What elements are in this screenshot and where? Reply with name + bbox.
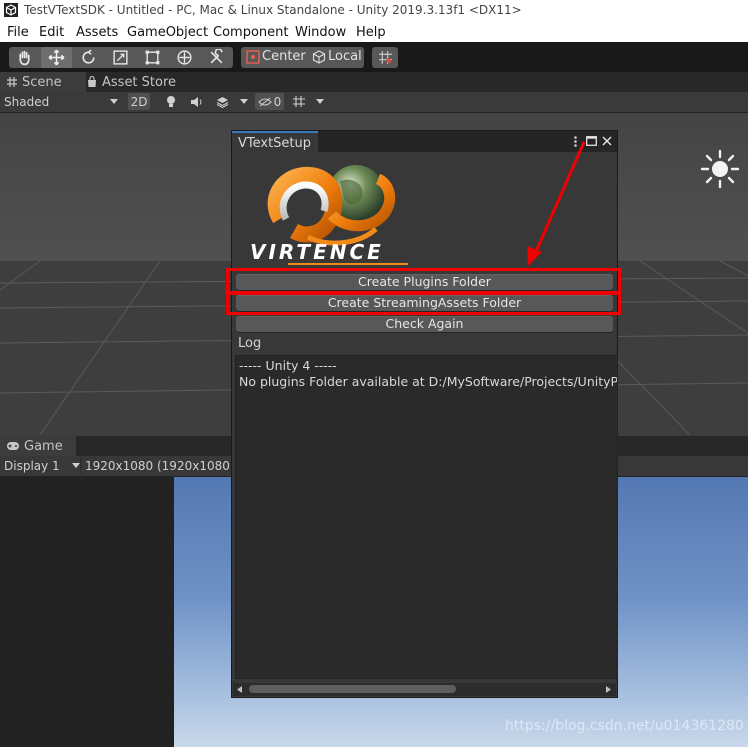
rotate-icon [82,49,95,64]
custom-tool-icon [210,49,223,64]
annotation-arrow-icon [527,141,586,266]
logo-wordmark: VIRTENCE [250,240,384,264]
directional-light-sun-icon[interactable] [700,149,740,189]
scroll-left-arrow-icon[interactable] [237,686,242,693]
scene-control-bar: Shaded 2D 0 [0,92,748,113]
grid-snap-icon [378,51,392,64]
display-dropdown[interactable]: Display 1 [0,457,84,474]
close-icon [602,136,612,146]
tab-scene-label: Scene [22,74,62,90]
scene-tabstrip: Scene Asset Store [0,72,748,92]
transform-icon [177,50,192,65]
scale-icon [113,50,128,65]
hand-icon [19,50,30,66]
scrollbar-thumb[interactable] [249,685,456,693]
dropdown-arrow-icon [110,99,118,104]
resolution-dropdown[interactable]: 1920x1080 (1920x1080) [80,457,245,474]
virtence-logo: VIRTENCE [250,165,408,265]
lightbulb-icon [167,96,175,107]
dropdown-arrow-icon [316,99,324,104]
effects-toggle[interactable] [211,93,233,110]
menu-window[interactable]: Window [295,25,346,40]
vtext-window-tab[interactable]: VTextSetup [232,131,318,152]
speaker-icon [190,96,201,107]
hand-tool-button[interactable] [9,47,40,68]
close-button[interactable] [599,133,615,149]
annotation-box-plugins [226,268,621,294]
check-again-button[interactable]: Check Again [236,316,613,332]
pivot-center-button[interactable]: Center [241,47,306,68]
tab-game[interactable]: Game [0,436,76,456]
toggle-2d-button[interactable]: 2D [128,93,150,110]
log-line-header: ----- Unity 4 ----- [239,358,337,373]
pivot-icon [246,50,260,64]
space-label: Local [328,49,362,64]
resolution-label: 1920x1080 (1920x1080) [85,458,235,473]
log-label: Log [238,336,262,351]
pivot-controls: Center Local [241,47,364,68]
lighting-toggle[interactable] [160,93,182,110]
gizmos-dropdown[interactable] [312,93,328,110]
dropdown-arrow-icon [72,463,80,468]
title-bar: TestVTextSDK - Untitled - PC, Mac & Linu… [0,0,748,22]
scroll-right-arrow-icon[interactable] [606,686,611,693]
tab-asset-store[interactable]: Asset Store [84,72,186,92]
grid-visibility-icon [293,96,305,107]
toggle-2d-label: 2D [130,94,148,109]
annotation-box-streamingassets [226,292,621,315]
unity-logo-icon [4,3,18,17]
menu-bar: File Edit Assets GameObject Component Wi… [0,22,748,42]
horizontal-scrollbar[interactable] [233,683,616,696]
hidden-objects-toggle[interactable]: 0 [255,93,284,110]
tab-game-label: Game [24,438,63,454]
hidden-objects-count: 0 [273,94,282,109]
menu-assets[interactable]: Assets [76,25,118,40]
transform-tool-button[interactable] [169,47,200,68]
pivot-label: Center [262,49,306,64]
effects-dropdown[interactable] [236,93,252,110]
menu-help[interactable]: Help [356,25,386,40]
shopping-bag-icon [88,76,96,87]
grid-snap-group [372,47,398,68]
menu-component[interactable]: Component [213,25,288,40]
main-toolbar: Center Local [0,42,748,72]
rect-tool-button[interactable] [137,47,168,68]
custom-tool-button[interactable] [201,47,232,68]
menu-gameobject[interactable]: GameObject [127,25,208,40]
game-letterbox [0,477,174,747]
menu-file[interactable]: File [7,25,29,40]
log-text-area[interactable]: ----- Unity 4 ----- No plugins Folder av… [235,355,618,679]
shading-mode-dropdown[interactable]: Shaded [0,93,126,110]
scale-tool-button[interactable] [105,47,136,68]
move-tool-button[interactable] [41,47,72,68]
watermark-text: https://blog.csdn.net/u014361280 [505,718,744,734]
tab-scene[interactable]: Scene [0,72,86,92]
pivot-local-button[interactable]: Local [307,47,364,68]
display-label: Display 1 [4,458,60,473]
gamepad-icon [7,442,19,450]
audio-toggle[interactable] [185,93,207,110]
eye-hidden-icon [257,97,272,106]
grid-snap-button[interactable] [372,47,398,68]
transform-tools [9,47,233,68]
rect-tool-icon [145,50,160,65]
tab-asset-store-label: Asset Store [102,74,177,90]
move-icon [48,49,65,66]
gizmos-toggle[interactable] [288,93,310,110]
shading-mode-label: Shaded [4,94,50,109]
rotate-tool-button[interactable] [73,47,104,68]
local-space-icon [312,50,326,64]
dropdown-arrow-icon [240,99,248,104]
scene-grid-icon [7,77,17,87]
layers-icon [216,96,228,108]
window-title: TestVTextSDK - Untitled - PC, Mac & Linu… [24,3,522,17]
log-line-message: No plugins Folder available at D:/MySoft… [239,374,618,389]
menu-edit[interactable]: Edit [39,25,64,40]
